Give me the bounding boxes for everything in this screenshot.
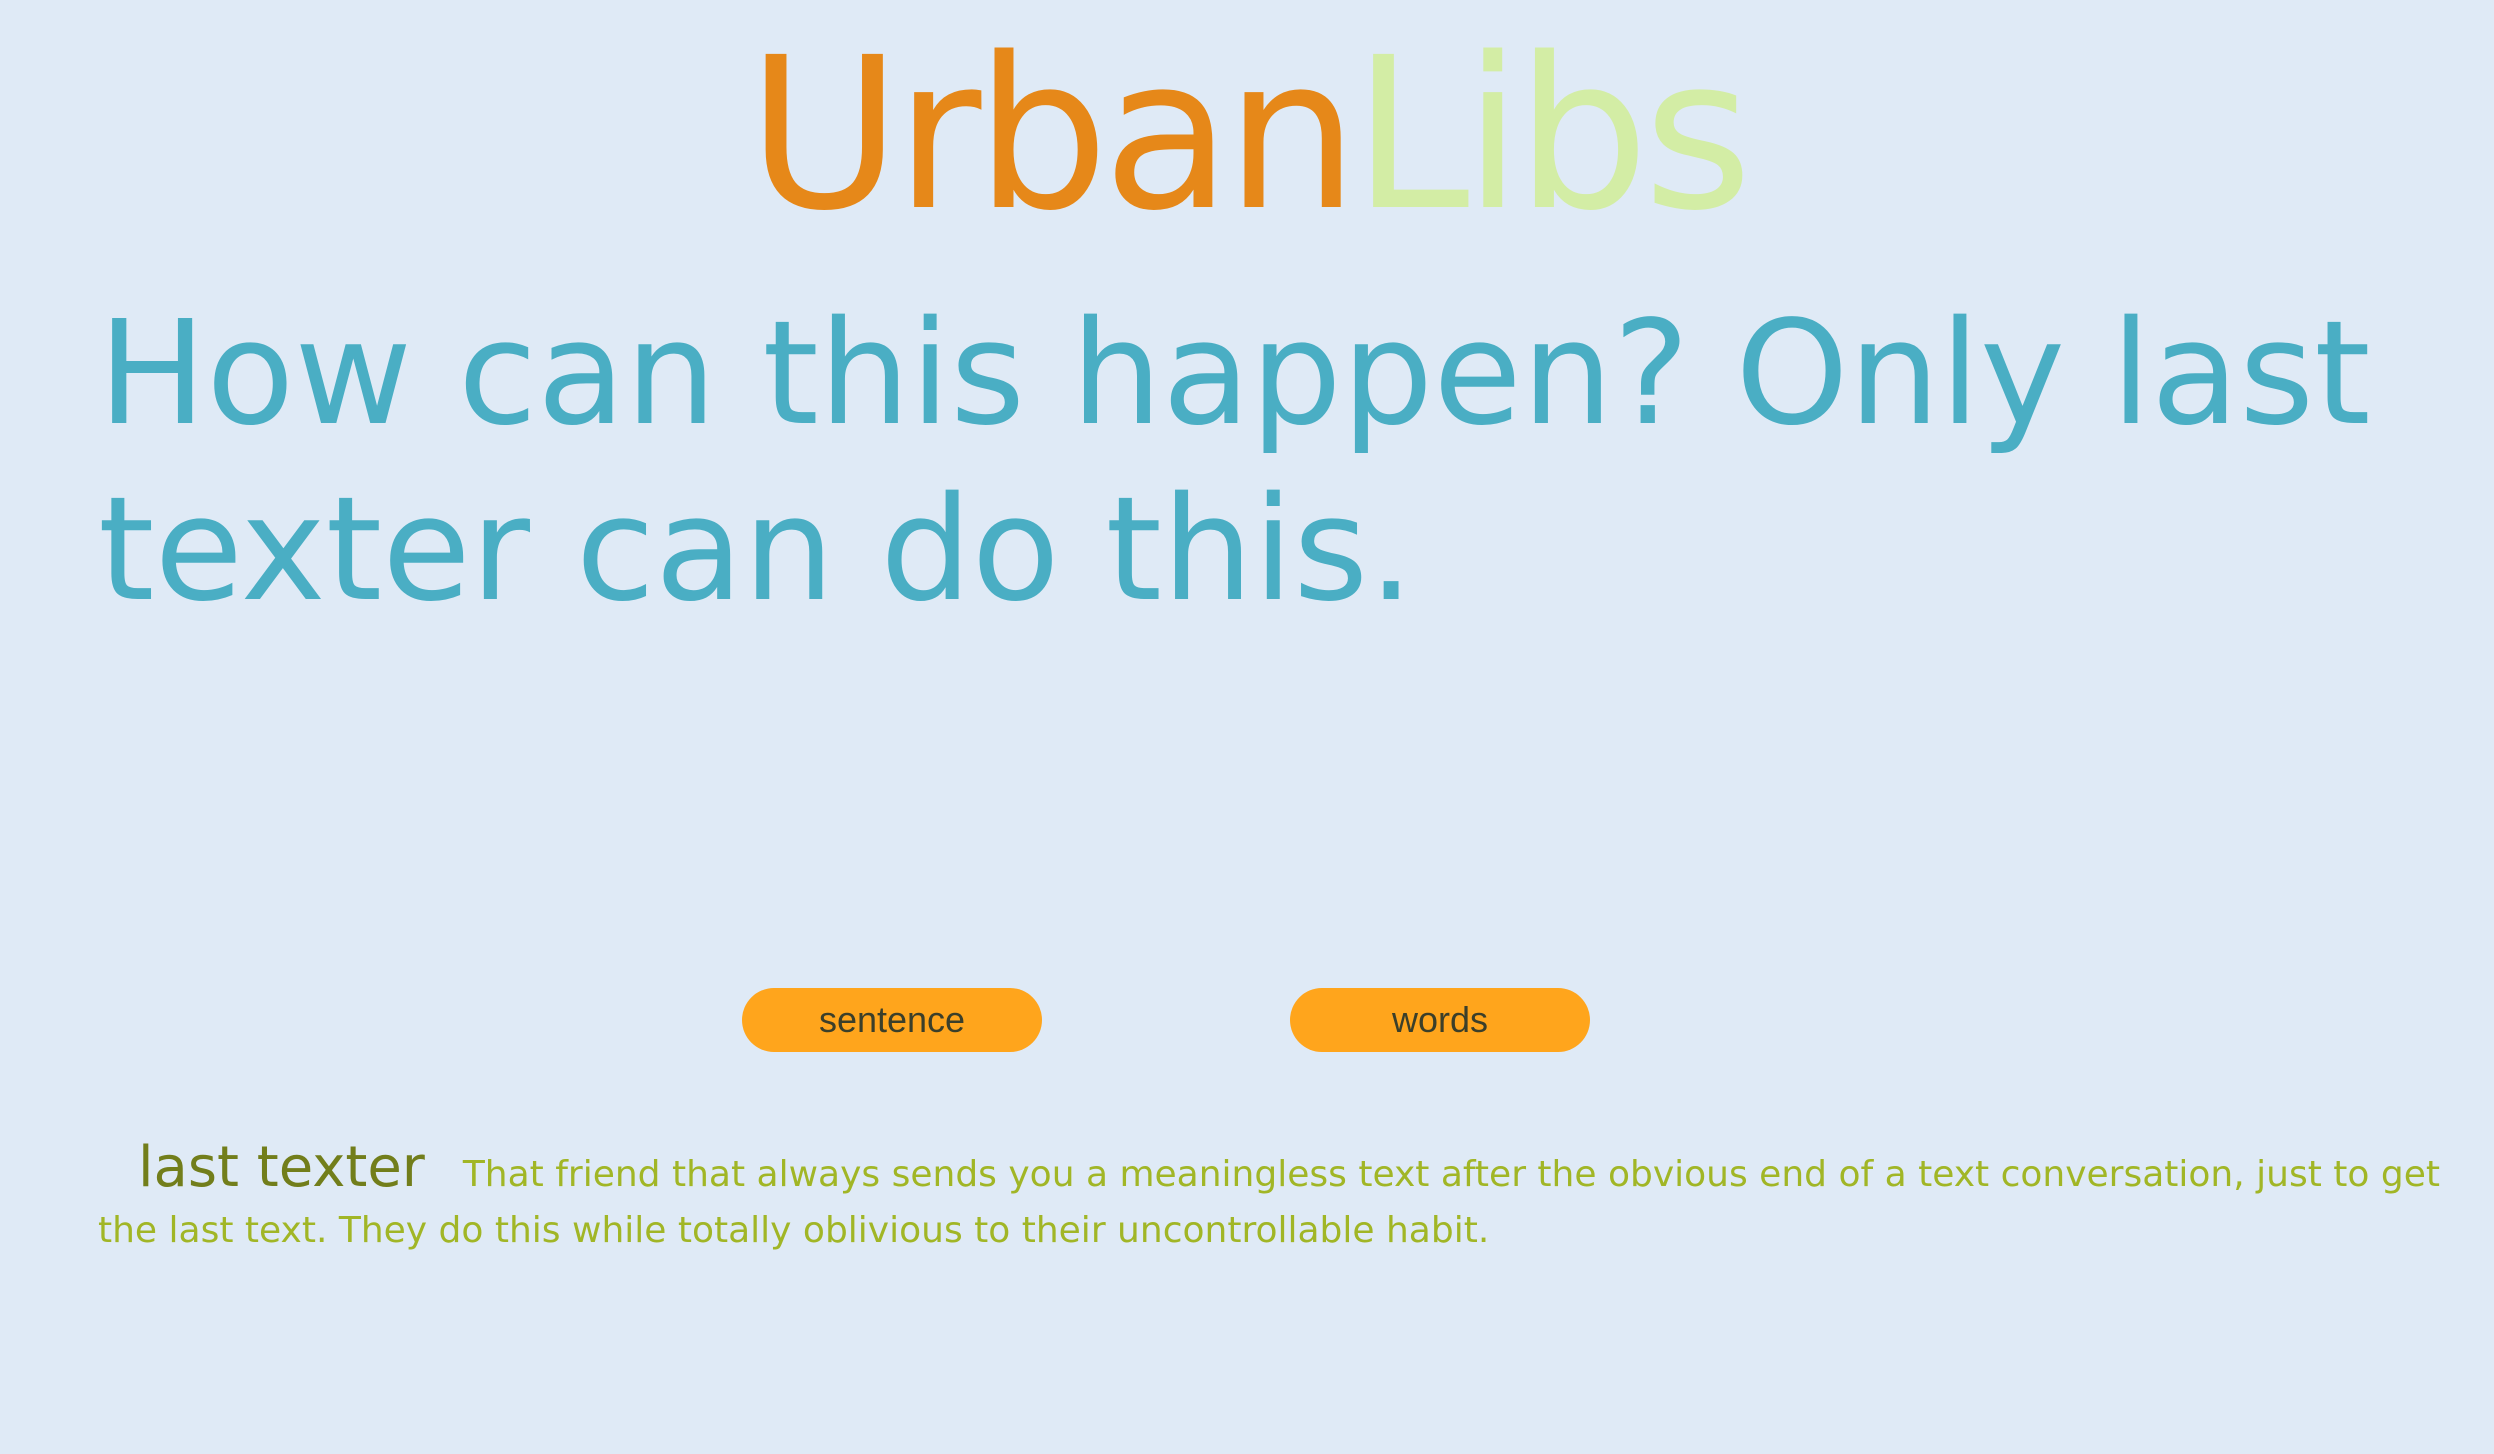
definition-term: last texter: [138, 1135, 425, 1200]
logo-urban: Urban: [747, 12, 1358, 257]
logo: UrbanLibs: [0, 20, 2494, 250]
definition-text: That friend that always sends you a mean…: [98, 1154, 2440, 1251]
generated-sentence: How can this happen? Only last texter ca…: [98, 289, 2371, 633]
sentence-button[interactable]: sentence: [742, 988, 1042, 1052]
logo-libs: Libs: [1352, 12, 1753, 257]
words-button[interactable]: words: [1290, 988, 1590, 1052]
definition: last texter That friend that always sends…: [98, 1140, 2458, 1259]
